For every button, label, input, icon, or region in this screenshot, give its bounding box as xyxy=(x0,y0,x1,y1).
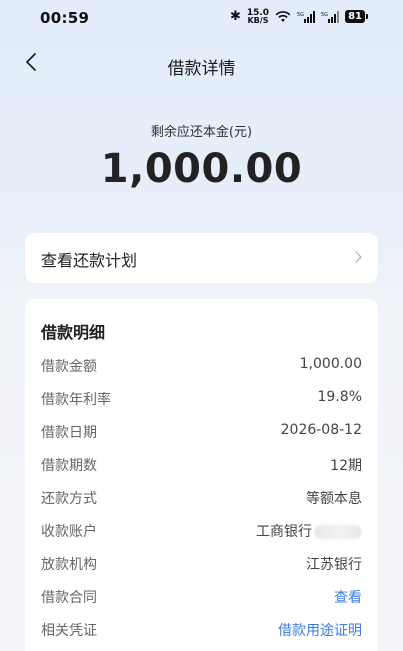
detail-key: 借款日期 xyxy=(41,425,97,441)
network-speed-unit: KB/S xyxy=(247,15,269,25)
loan-details-title: 借款明细 xyxy=(41,323,106,342)
nav-bar: 借款详情 xyxy=(0,44,403,84)
detail-row-institution: 放款机构 江苏银行 xyxy=(41,554,362,576)
status-icons: ✱ 15.0 KB/S 5G 5G 81 xyxy=(229,8,368,25)
loan-purpose-proof-link[interactable]: 借款用途证明 xyxy=(278,620,362,640)
detail-key: 还款方式 xyxy=(41,491,97,507)
detail-key: 借款年利率 xyxy=(41,392,111,408)
signal-1-label: 5G xyxy=(297,12,304,18)
detail-key: 放款机构 xyxy=(41,557,97,573)
detail-value: 江苏银行 xyxy=(306,557,362,573)
signal-1-icon: 5G xyxy=(297,10,316,23)
battery-indicator: 81 xyxy=(345,10,368,23)
detail-key: 借款期数 xyxy=(41,458,97,474)
chevron-right-icon xyxy=(355,251,362,263)
detail-row-voucher: 相关凭证 借款用途证明 xyxy=(41,620,362,642)
bluetooth-icon: ✱ xyxy=(229,9,241,24)
detail-row-account: 收款账户 工商银行 xyxy=(41,521,362,543)
detail-key: 相关凭证 xyxy=(41,623,97,639)
repayment-plan-label: 查看还款计划 xyxy=(41,251,138,270)
detail-row-contract: 借款合同 查看 xyxy=(41,587,362,609)
detail-row-date: 借款日期 2026-08-12 xyxy=(41,422,362,444)
status-bar: 00:59 ✱ 15.0 KB/S 5G 5G 81 xyxy=(0,0,403,38)
detail-value: 等额本息 xyxy=(306,491,362,507)
masked-account-number xyxy=(314,525,362,539)
detail-row-terms: 借款期数 12期 xyxy=(41,455,362,477)
detail-row-method: 还款方式 等额本息 xyxy=(41,488,362,510)
network-speed: 15.0 KB/S xyxy=(247,8,269,25)
remaining-principal-label: 剩余应还本金(元) xyxy=(150,125,253,140)
bank-name: 工商银行 xyxy=(256,524,312,540)
status-time: 00:59 xyxy=(40,9,90,27)
remaining-principal-amount: 1,000.00 xyxy=(100,146,303,192)
loan-details-card: 借款明细 借款金额 1,000.00 借款年利率 19.8% 借款日期 2026… xyxy=(25,299,378,651)
detail-value: 2026-08-12 xyxy=(280,422,362,438)
detail-value: 19.8% xyxy=(317,389,362,405)
detail-row-amount: 借款金额 1,000.00 xyxy=(41,356,362,378)
detail-row-rate: 借款年利率 19.8% xyxy=(41,389,362,411)
detail-value: 12期 xyxy=(330,458,362,474)
page-title: 借款详情 xyxy=(167,59,236,79)
repayment-plan-button[interactable]: 查看还款计划 xyxy=(25,233,378,283)
signal-2-label: 5G xyxy=(321,12,328,18)
detail-key: 收款账户 xyxy=(41,524,97,540)
detail-key: 借款金额 xyxy=(41,359,97,375)
signal-2-icon: 5G xyxy=(321,10,340,23)
detail-value: 1,000.00 xyxy=(299,356,362,372)
detail-key: 借款合同 xyxy=(41,590,97,606)
detail-value-account: 工商银行 xyxy=(256,521,362,541)
wifi-icon xyxy=(275,10,291,23)
view-contract-link[interactable]: 查看 xyxy=(334,587,362,607)
